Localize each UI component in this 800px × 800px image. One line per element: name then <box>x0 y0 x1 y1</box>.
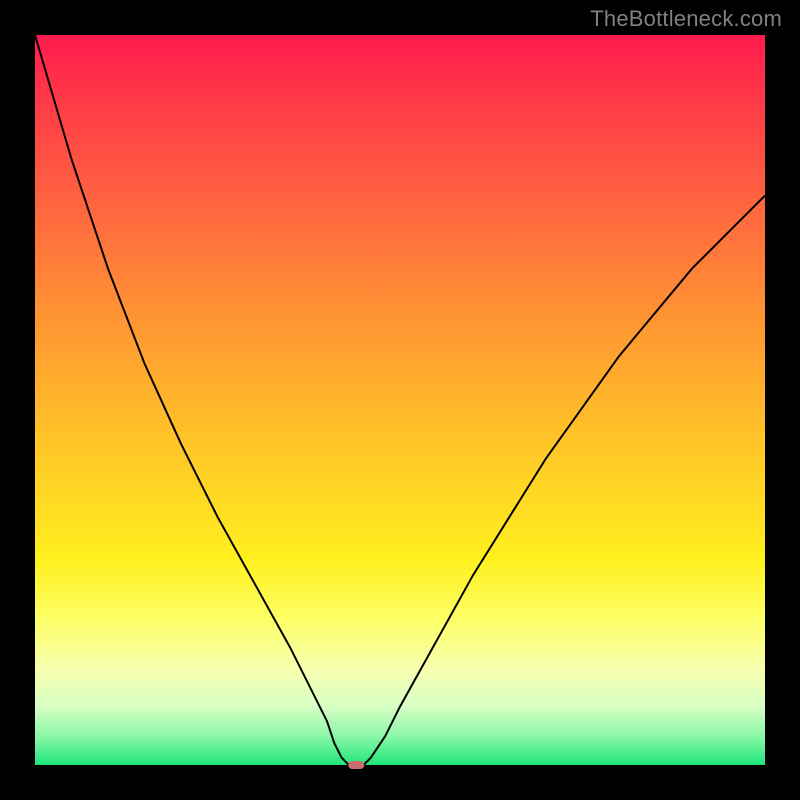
bottleneck-curve <box>35 35 765 765</box>
chart-svg <box>35 35 765 765</box>
watermark-text: TheBottleneck.com <box>590 6 782 32</box>
minimum-marker <box>348 761 364 769</box>
plot-area <box>35 35 765 765</box>
image-frame: TheBottleneck.com <box>0 0 800 800</box>
